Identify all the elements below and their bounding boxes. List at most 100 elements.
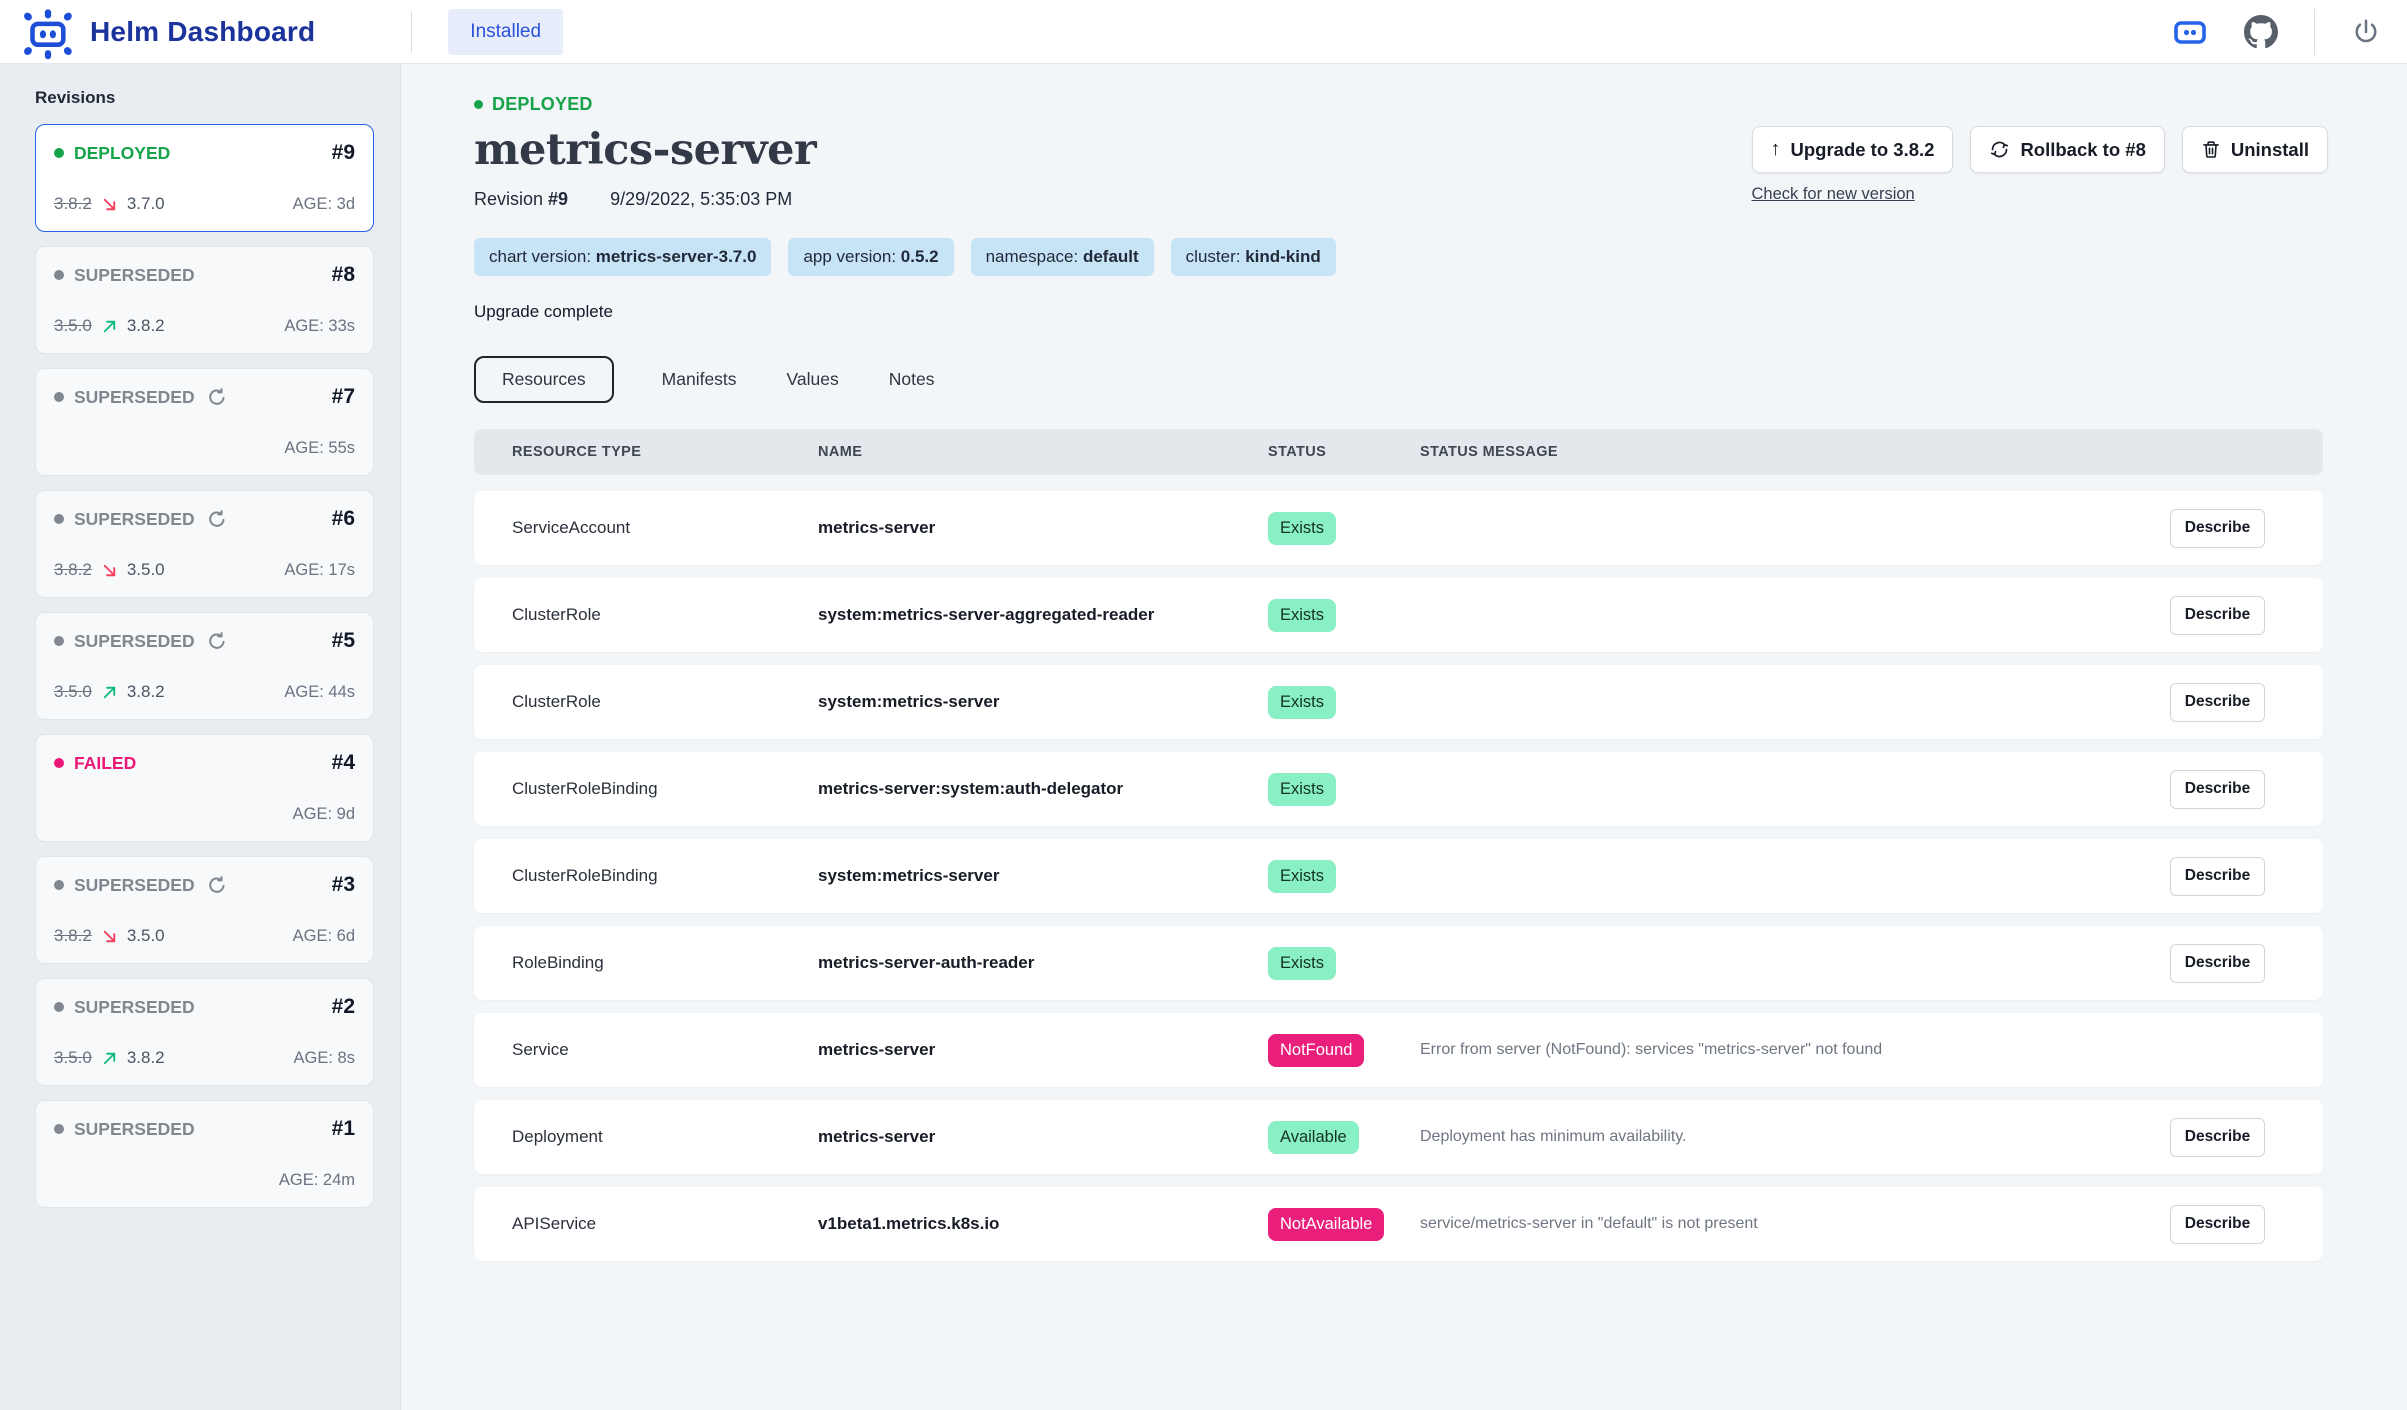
new-version: 3.7.0 <box>127 194 165 214</box>
status-dot-icon <box>54 392 64 402</box>
tab[interactable]: Manifests <box>660 356 739 403</box>
resource-type-cell: ClusterRole <box>512 605 818 625</box>
meta-badges: chart version: metrics-server-3.7.0app v… <box>474 238 1336 276</box>
revision-number: #5 <box>332 629 355 653</box>
robot-chat-icon <box>2172 17 2208 47</box>
revision-card[interactable]: SUPERSEDED #1 AGE: 24m <box>35 1100 374 1208</box>
revision-card[interactable]: SUPERSEDED #3 3.8.2 <box>35 856 374 964</box>
release-status-label: DEPLOYED <box>492 94 593 115</box>
revision-status-label: SUPERSEDED <box>74 1119 195 1140</box>
resource-name-cell: metrics-server <box>818 1040 1268 1060</box>
revision-card[interactable]: SUPERSEDED #8 3.5.0 <box>35 246 374 354</box>
meta-badge: app version: 0.5.2 <box>788 238 953 276</box>
describe-button[interactable]: Describe <box>2170 1118 2265 1157</box>
release-detail: DEPLOYED metrics-server Revision #9 9/29… <box>401 64 2407 1410</box>
revision-status: SUPERSEDED <box>54 631 227 652</box>
revision-status-label: SUPERSEDED <box>74 631 195 652</box>
revisions-sidebar: Revisions DEPLOYED #9 3.8.2 <box>0 64 401 1410</box>
status-dot-icon <box>54 880 64 890</box>
revision-card[interactable]: DEPLOYED #9 3.8.2 <box>35 124 374 232</box>
app-title: Helm Dashboard <box>90 16 315 48</box>
revision-list: DEPLOYED #9 3.8.2 <box>35 124 374 1208</box>
resource-name-cell: system:metrics-server-aggregated-reader <box>818 605 1268 625</box>
col-status: Status <box>1268 444 1420 460</box>
status-dot-icon <box>474 100 483 109</box>
meta-badge-value: metrics-server-3.7.0 <box>596 247 757 266</box>
table-row: Service metrics-server NotFound Error fr… <box>474 1013 2323 1087</box>
downgrade-arrow-icon <box>100 561 119 580</box>
topbar-right-divider <box>2314 9 2315 55</box>
resource-type-cell: ClusterRoleBinding <box>512 779 818 799</box>
revision-card[interactable]: SUPERSEDED #6 3.8.2 <box>35 490 374 598</box>
describe-button[interactable]: Describe <box>2170 857 2265 896</box>
tab[interactable]: Resources <box>474 356 614 403</box>
describe-button[interactable]: Describe <box>2170 683 2265 722</box>
shutdown-button[interactable] <box>2351 17 2381 47</box>
revision-status: SUPERSEDED <box>54 387 227 408</box>
status-dot-icon <box>54 636 64 646</box>
col-status-message: Status message <box>1420 444 2170 460</box>
table-row: ClusterRoleBinding system:metrics-server… <box>474 839 2323 913</box>
describe-button[interactable]: Describe <box>2170 944 2265 983</box>
describe-button[interactable]: Describe <box>2170 770 2265 809</box>
revision-status: SUPERSEDED <box>54 1119 195 1140</box>
up-arrow-icon: ↑ <box>1771 138 1781 161</box>
status-badge: Exists <box>1268 773 1336 806</box>
revision-status-label: SUPERSEDED <box>74 387 195 408</box>
revision-age: AGE: 17s <box>284 561 355 580</box>
uninstall-button[interactable]: Uninstall <box>2182 126 2328 173</box>
resource-type-cell: RoleBinding <box>512 953 818 973</box>
resource-type-cell: APIService <box>512 1214 818 1234</box>
new-version: 3.8.2 <box>127 682 165 702</box>
revision-status-label: SUPERSEDED <box>74 509 195 530</box>
tab[interactable]: Values <box>785 356 841 403</box>
revision-status: SUPERSEDED <box>54 265 195 286</box>
revision-status: SUPERSEDED <box>54 875 227 896</box>
tab[interactable]: Notes <box>887 356 937 403</box>
revision-line: Revision #9 9/29/2022, 5:35:03 PM <box>474 189 1336 210</box>
nav-tab-installed[interactable]: Installed <box>448 9 563 55</box>
resource-name-cell: metrics-server-auth-reader <box>818 953 1268 973</box>
status-badge: Exists <box>1268 512 1336 545</box>
revision-card[interactable]: FAILED #4 AGE: 9d <box>35 734 374 842</box>
status-dot-icon <box>54 758 64 768</box>
revision-status: SUPERSEDED <box>54 509 227 530</box>
table-row: ClusterRole system:metrics-server Exists… <box>474 665 2323 739</box>
revision-label: Revision #9 <box>474 189 568 210</box>
revision-number: #3 <box>332 873 355 897</box>
table-rows: ServiceAccount metrics-server Exists Des… <box>474 491 2323 1261</box>
new-version: 3.5.0 <box>127 560 165 580</box>
uninstall-button-label: Uninstall <box>2231 139 2309 161</box>
rollback-button-label: Rollback to #8 <box>2020 139 2145 161</box>
revision-card[interactable]: SUPERSEDED #7 <box>35 368 374 476</box>
old-version: 3.8.2 <box>54 926 92 946</box>
upgrade-arrow-icon <box>100 1049 119 1068</box>
revision-card[interactable]: SUPERSEDED #2 3.5.0 <box>35 978 374 1086</box>
describe-button[interactable]: Describe <box>2170 596 2265 635</box>
meta-badge: cluster: kind-kind <box>1171 238 1336 276</box>
support-chat-button[interactable] <box>2172 17 2208 47</box>
check-new-version-link[interactable]: Check for new version <box>1752 185 1915 204</box>
table-row: ServiceAccount metrics-server Exists Des… <box>474 491 2323 565</box>
col-resource-type: Resource type <box>512 444 818 460</box>
revision-status-label: SUPERSEDED <box>74 875 195 896</box>
status-badge: Exists <box>1268 686 1336 719</box>
meta-badge-label: app version: <box>803 247 900 266</box>
revision-status-label: SUPERSEDED <box>74 997 195 1018</box>
revision-age: AGE: 9d <box>293 805 355 824</box>
revision-status-label: SUPERSEDED <box>74 265 195 286</box>
describe-button[interactable]: Describe <box>2170 1205 2265 1244</box>
status-dot-icon <box>54 1124 64 1134</box>
version-change: 3.8.2 3.7.0 <box>54 193 165 215</box>
rollback-button[interactable]: Rollback to #8 <box>1970 126 2164 173</box>
rollback-marker-icon <box>207 631 227 651</box>
describe-button[interactable]: Describe <box>2170 509 2265 548</box>
github-button[interactable] <box>2244 15 2278 49</box>
revision-age: AGE: 44s <box>284 683 355 702</box>
table-row: Deployment metrics-server Available Depl… <box>474 1100 2323 1174</box>
old-version: 3.5.0 <box>54 682 92 702</box>
revision-card[interactable]: SUPERSEDED #5 3.5.0 <box>35 612 374 720</box>
upgrade-button[interactable]: ↑ Upgrade to 3.8.2 <box>1752 126 1954 173</box>
upgrade-note: Upgrade complete <box>474 302 1336 322</box>
new-version: 3.8.2 <box>127 316 165 336</box>
